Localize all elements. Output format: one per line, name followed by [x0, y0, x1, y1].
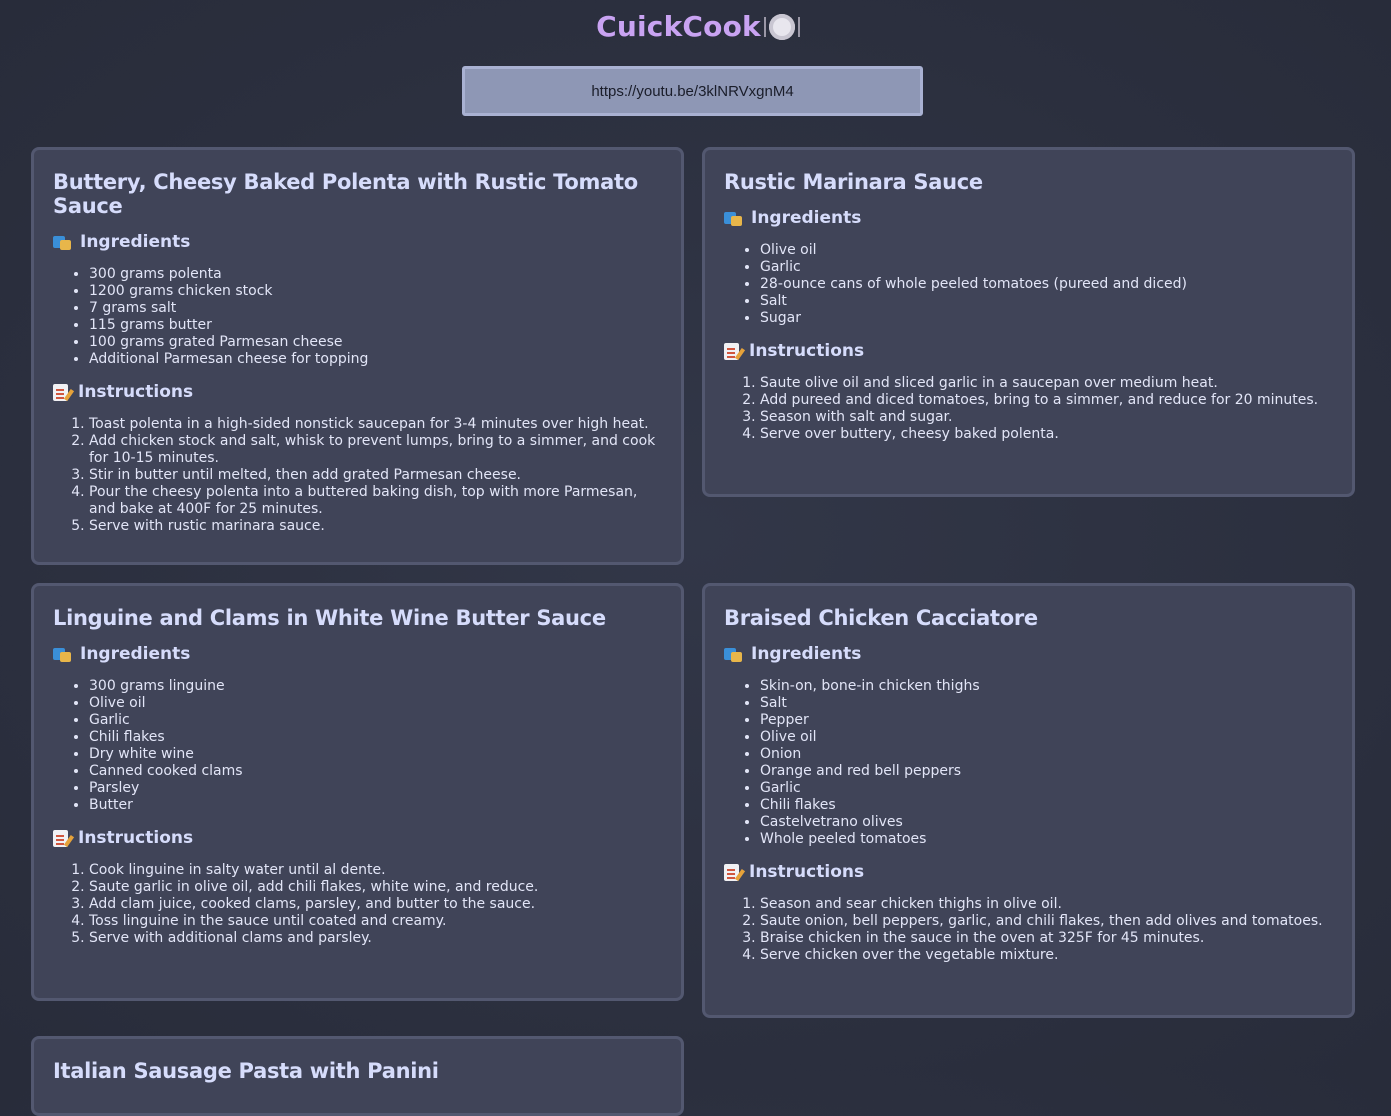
ingredient-item: Orange and red bell peppers: [760, 763, 1333, 780]
ingredients-list: Olive oilGarlic28-ounce cans of whole pe…: [724, 242, 1333, 327]
ingredient-item: 28-ounce cans of whole peeled tomatoes (…: [760, 276, 1333, 293]
ingredient-item: 300 grams polenta: [89, 266, 662, 283]
video-url-input[interactable]: [462, 66, 923, 116]
ingredient-item: Chili flakes: [89, 729, 662, 746]
ingredients-icon: [53, 234, 71, 250]
ingredient-item: Olive oil: [760, 242, 1333, 259]
ingredient-item: Chili flakes: [760, 797, 1333, 814]
ingredient-item: 300 grams linguine: [89, 678, 662, 695]
ingredient-item: 100 grams grated Parmesan cheese: [89, 334, 662, 351]
ingredient-item: Dry white wine: [89, 746, 662, 763]
instruction-step: Serve with rustic marinara sauce.: [89, 518, 662, 535]
ingredient-item: Parsley: [89, 780, 662, 797]
ingredients-list: 300 grams linguineOlive oilGarlicChili f…: [53, 678, 662, 814]
instruction-step: Serve with additional clams and parsley.: [89, 930, 662, 947]
recipe-title: Buttery, Cheesy Baked Polenta with Rusti…: [53, 170, 638, 218]
instructions-icon: [724, 863, 739, 881]
ingredient-item: Additional Parmesan cheese for topping: [89, 351, 662, 368]
instruction-step: Saute olive oil and sliced garlic in a s…: [760, 375, 1333, 392]
instruction-step: Toss linguine in the sauce until coated …: [89, 913, 662, 930]
ingredient-item: Salt: [760, 695, 1333, 712]
ingredients-list: 300 grams polenta1200 grams chicken stoc…: [53, 266, 662, 368]
ingredients-heading: Ingredients: [53, 644, 662, 664]
ingredient-item: Skin-on, bone-in chicken thighs: [760, 678, 1333, 695]
ingredients-list: Skin-on, bone-in chicken thighsSaltPeppe…: [724, 678, 1333, 848]
ingredient-item: 1200 grams chicken stock: [89, 283, 662, 300]
ingredient-item: Garlic: [760, 780, 1333, 797]
instruction-step: Add chicken stock and salt, whisk to pre…: [89, 433, 662, 467]
recipe-title: Italian Sausage Pasta with Panini: [53, 1059, 439, 1083]
instructions-list: Season and sear chicken thighs in olive …: [724, 896, 1333, 964]
instruction-step: Braise chicken in the sauce in the oven …: [760, 930, 1333, 947]
instructions-list: Cook linguine in salty water until al de…: [53, 862, 662, 947]
instructions-list: Toast polenta in a high-sided nonstick s…: [53, 416, 662, 535]
instructions-icon: [724, 342, 739, 360]
ingredient-item: 7 grams salt: [89, 300, 662, 317]
instruction-step: Pour the cheesy polenta into a buttered …: [89, 484, 662, 518]
recipe-title: Linguine and Clams in White Wine Butter …: [53, 606, 606, 630]
instructions-heading: Instructions: [53, 382, 662, 402]
ingredients-heading: Ingredients: [724, 644, 1333, 664]
instructions-heading: Instructions: [724, 341, 1333, 361]
ingredients-icon: [724, 646, 742, 662]
ingredient-item: Canned cooked clams: [89, 763, 662, 780]
instruction-step: Season with salt and sugar.: [760, 409, 1333, 426]
instruction-step: Saute onion, bell peppers, garlic, and c…: [760, 913, 1333, 930]
instruction-step: Serve over buttery, cheesy baked polenta…: [760, 426, 1333, 443]
instructions-icon: [53, 829, 68, 847]
instruction-step: Add clam juice, cooked clams, parsley, a…: [89, 896, 662, 913]
recipe-card: Italian Sausage Pasta with Panini: [31, 1036, 684, 1116]
ingredient-item: Olive oil: [89, 695, 662, 712]
ingredients-icon: [724, 210, 742, 226]
app-title-text: CuickCook: [596, 10, 761, 43]
instructions-heading: Instructions: [53, 828, 662, 848]
instruction-step: Season and sear chicken thighs in olive …: [760, 896, 1333, 913]
ingredient-item: Castelvetrano olives: [760, 814, 1333, 831]
app-title: CuickCook: [0, 10, 1391, 43]
recipe-title: Rustic Marinara Sauce: [724, 170, 983, 194]
recipe-card: Buttery, Cheesy Baked Polenta with Rusti…: [31, 147, 684, 565]
ingredients-heading: Ingredients: [53, 232, 662, 252]
ingredient-item: Butter: [89, 797, 662, 814]
ingredient-item: Pepper: [760, 712, 1333, 729]
instruction-step: Add pureed and diced tomatoes, bring to …: [760, 392, 1333, 409]
instructions-heading: Instructions: [724, 862, 1333, 882]
instruction-step: Cook linguine in salty water until al de…: [89, 862, 662, 879]
instructions-icon: [53, 383, 68, 401]
instruction-step: Stir in butter until melted, then add gr…: [89, 467, 662, 484]
instruction-step: Serve chicken over the vegetable mixture…: [760, 947, 1333, 964]
recipe-card: Linguine and Clams in White Wine Butter …: [31, 583, 684, 1001]
ingredient-item: 115 grams butter: [89, 317, 662, 334]
instruction-step: Saute garlic in olive oil, add chili fla…: [89, 879, 662, 896]
ingredient-item: Olive oil: [760, 729, 1333, 746]
recipe-card: Braised Chicken Cacciatore Ingredients S…: [702, 583, 1355, 1018]
instructions-list: Saute olive oil and sliced garlic in a s…: [724, 375, 1333, 443]
ingredients-icon: [53, 646, 71, 662]
ingredient-item: Salt: [760, 293, 1333, 310]
instruction-step: Toast polenta in a high-sided nonstick s…: [89, 416, 662, 433]
plate-icon: [763, 14, 800, 40]
recipe-title: Braised Chicken Cacciatore: [724, 606, 1038, 630]
ingredient-item: Whole peeled tomatoes: [760, 831, 1333, 848]
ingredient-item: Sugar: [760, 310, 1333, 327]
ingredient-item: Garlic: [760, 259, 1333, 276]
ingredients-heading: Ingredients: [724, 208, 1333, 228]
recipe-card: Rustic Marinara Sauce Ingredients Olive …: [702, 147, 1355, 497]
ingredient-item: Garlic: [89, 712, 662, 729]
ingredient-item: Onion: [760, 746, 1333, 763]
